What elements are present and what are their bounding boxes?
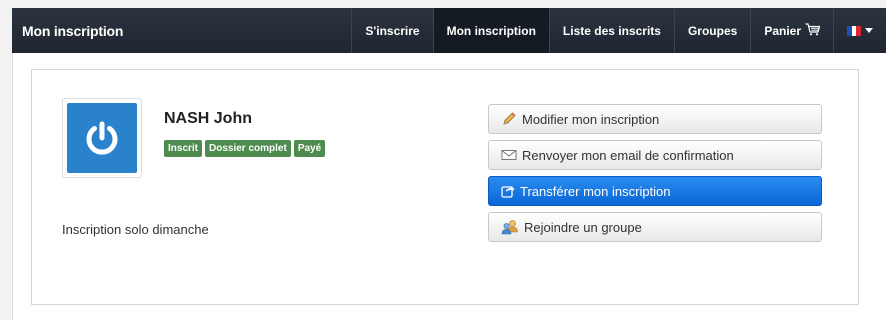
pencil-icon — [501, 111, 517, 127]
envelope-icon — [501, 148, 517, 162]
nav-item-liste-des-inscrits[interactable]: Liste des inscrits — [548, 8, 674, 53]
nav-item-panier[interactable]: Panier — [750, 8, 833, 53]
transfer-inscription-label: Transférer mon inscription — [520, 183, 671, 199]
nav-item-sinscrire[interactable]: S'inscrire — [351, 8, 432, 53]
transfer-inscription-button[interactable]: Transférer mon inscription — [488, 176, 822, 206]
nav-items: S'inscrire Mon inscription Liste des ins… — [351, 8, 886, 53]
chevron-down-icon — [865, 28, 873, 33]
action-buttons: Modifier mon inscription Renvoyer mon em… — [488, 104, 822, 248]
nav-item-groupes[interactable]: Groupes — [673, 8, 750, 53]
share-icon — [501, 184, 515, 198]
modify-inscription-button[interactable]: Modifier mon inscription — [488, 104, 822, 134]
inscription-description: Inscription solo dimanche — [62, 222, 209, 237]
avatar — [62, 98, 142, 178]
status-badge-paye: Payé — [293, 140, 326, 157]
resend-confirmation-email-label: Renvoyer mon email de confirmation — [522, 147, 734, 163]
power-icon — [67, 103, 137, 173]
navbar-brand[interactable]: Mon inscription — [12, 23, 351, 39]
participant-name: NASH John — [164, 110, 252, 127]
status-badge-dossier-complet: Dossier complet — [205, 140, 291, 157]
resend-confirmation-email-button[interactable]: Renvoyer mon email de confirmation — [488, 140, 822, 170]
modify-inscription-label: Modifier mon inscription — [522, 111, 660, 127]
nav-item-mon-inscription[interactable]: Mon inscription — [432, 8, 549, 53]
status-badges: Inscrit Dossier complet Payé — [164, 140, 326, 157]
cart-icon — [805, 22, 821, 39]
status-badge-inscrit: Inscrit — [164, 140, 203, 157]
main-content: NASH John Inscrit Dossier complet Payé I… — [12, 53, 886, 320]
inscription-panel: NASH John Inscrit Dossier complet Payé I… — [31, 69, 859, 305]
join-group-button[interactable]: Rejoindre un groupe — [488, 212, 822, 242]
language-dropdown[interactable] — [833, 8, 886, 53]
cart-label: Panier — [764, 23, 801, 38]
french-flag-icon — [847, 25, 862, 36]
join-group-label: Rejoindre un groupe — [524, 219, 642, 235]
users-icon — [501, 219, 519, 235]
top-navbar: Mon inscription S'inscrire Mon inscripti… — [12, 8, 886, 53]
